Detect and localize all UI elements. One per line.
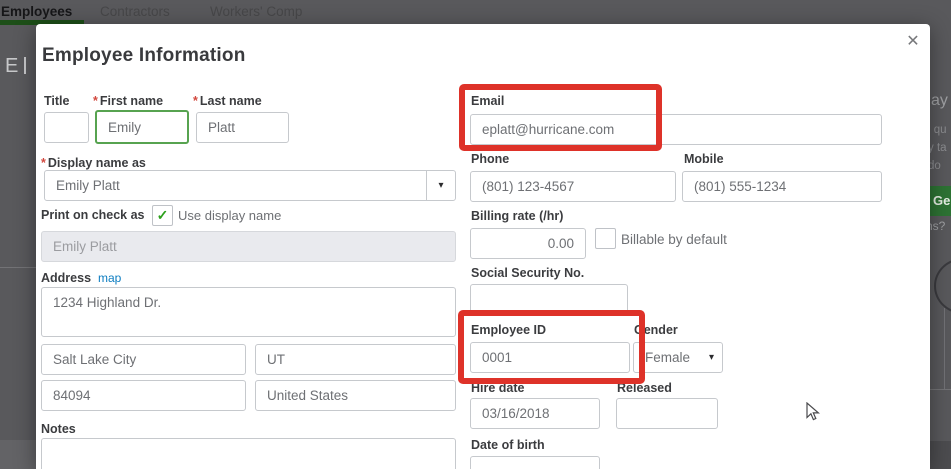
first-name-input[interactable] bbox=[95, 110, 189, 144]
bg-left-tick bbox=[24, 57, 26, 74]
zip-input[interactable] bbox=[41, 380, 246, 411]
ssn-input[interactable] bbox=[470, 284, 628, 315]
required-asterisk: * bbox=[93, 94, 98, 108]
phone-input[interactable] bbox=[470, 171, 676, 202]
hire-date-label: Hire date bbox=[471, 381, 525, 395]
released-input[interactable] bbox=[616, 398, 718, 429]
employee-information-dialog: Employee Information ✕ Title * First name… bbox=[36, 24, 930, 469]
address-label: Address map bbox=[41, 271, 122, 285]
display-name-label: * Display name as bbox=[41, 156, 146, 170]
bg-get-started-button[interactable]: Ge bbox=[929, 186, 951, 216]
bg-left-footer-block bbox=[0, 440, 36, 469]
map-link[interactable]: map bbox=[98, 271, 121, 285]
use-display-name-label: Use display name bbox=[178, 208, 282, 223]
chevron-down-icon[interactable]: ▾ bbox=[426, 171, 455, 200]
country-input[interactable] bbox=[255, 380, 456, 411]
date-of-birth-label: Date of birth bbox=[471, 438, 545, 452]
tab-contractors[interactable]: Contractors bbox=[100, 4, 170, 19]
billing-rate-label: Billing rate (/hr) bbox=[471, 209, 564, 223]
chevron-down-icon: ▾ bbox=[708, 352, 714, 363]
bg-circle-shape bbox=[934, 258, 951, 314]
title-label: Title bbox=[44, 94, 70, 108]
display-name-combobox[interactable]: Emily Platt ▾ bbox=[44, 170, 456, 201]
last-name-input[interactable] bbox=[196, 112, 289, 143]
billing-rate-input[interactable] bbox=[470, 228, 586, 259]
screen: Employees Contractors Workers' Comp E ay… bbox=[0, 0, 951, 469]
released-label: Released bbox=[617, 381, 672, 395]
bg-right-vertical-divider bbox=[944, 308, 945, 390]
dialog-title: Employee Information bbox=[42, 45, 246, 66]
print-on-check-input bbox=[41, 231, 456, 262]
bg-right-text-1: l qu bbox=[928, 124, 947, 136]
phone-label: Phone bbox=[471, 152, 510, 166]
date-of-birth-input[interactable] bbox=[470, 456, 600, 469]
billable-by-default-checkbox[interactable] bbox=[595, 228, 616, 249]
required-asterisk: * bbox=[41, 156, 46, 170]
close-icon[interactable]: ✕ bbox=[902, 31, 924, 53]
bg-right-heading-fragment: ay bbox=[931, 92, 948, 109]
tab-employees[interactable]: Employees bbox=[1, 4, 72, 19]
notes-input[interactable] bbox=[41, 438, 456, 469]
employee-id-input[interactable] bbox=[470, 342, 630, 373]
gender-label: Gender bbox=[634, 323, 678, 337]
use-display-name-checkbox[interactable]: ✓ bbox=[152, 205, 173, 226]
city-input[interactable] bbox=[41, 344, 246, 375]
email-input[interactable] bbox=[470, 114, 882, 145]
state-input[interactable] bbox=[255, 344, 456, 375]
mobile-label: Mobile bbox=[684, 152, 724, 166]
check-icon: ✓ bbox=[156, 207, 169, 223]
mobile-input[interactable] bbox=[682, 171, 882, 202]
street-address-input[interactable]: 1234 Highland Dr. bbox=[41, 287, 456, 337]
bg-right-footer-block bbox=[930, 441, 951, 469]
first-name-label: * First name bbox=[93, 94, 164, 108]
employee-id-label: Employee ID bbox=[471, 323, 547, 337]
bg-left-divider bbox=[0, 267, 36, 268]
notes-label: Notes bbox=[41, 422, 76, 436]
email-label: Email bbox=[471, 94, 505, 108]
title-input[interactable] bbox=[44, 112, 89, 143]
hire-date-input[interactable] bbox=[470, 398, 600, 429]
bg-right-divider bbox=[930, 389, 951, 390]
tab-workers-comp[interactable]: Workers' Comp bbox=[210, 4, 302, 19]
bg-left-text-fragment: E bbox=[5, 55, 19, 77]
required-asterisk: * bbox=[193, 94, 198, 108]
bg-right-text-2: y ta bbox=[928, 142, 947, 154]
billable-by-default-label: Billable by default bbox=[621, 232, 727, 247]
gender-select[interactable]: Female ▾ bbox=[633, 342, 723, 373]
print-on-check-label: Print on check as bbox=[41, 208, 145, 222]
last-name-label: * Last name bbox=[193, 94, 262, 108]
ssn-label: Social Security No. bbox=[471, 266, 585, 280]
